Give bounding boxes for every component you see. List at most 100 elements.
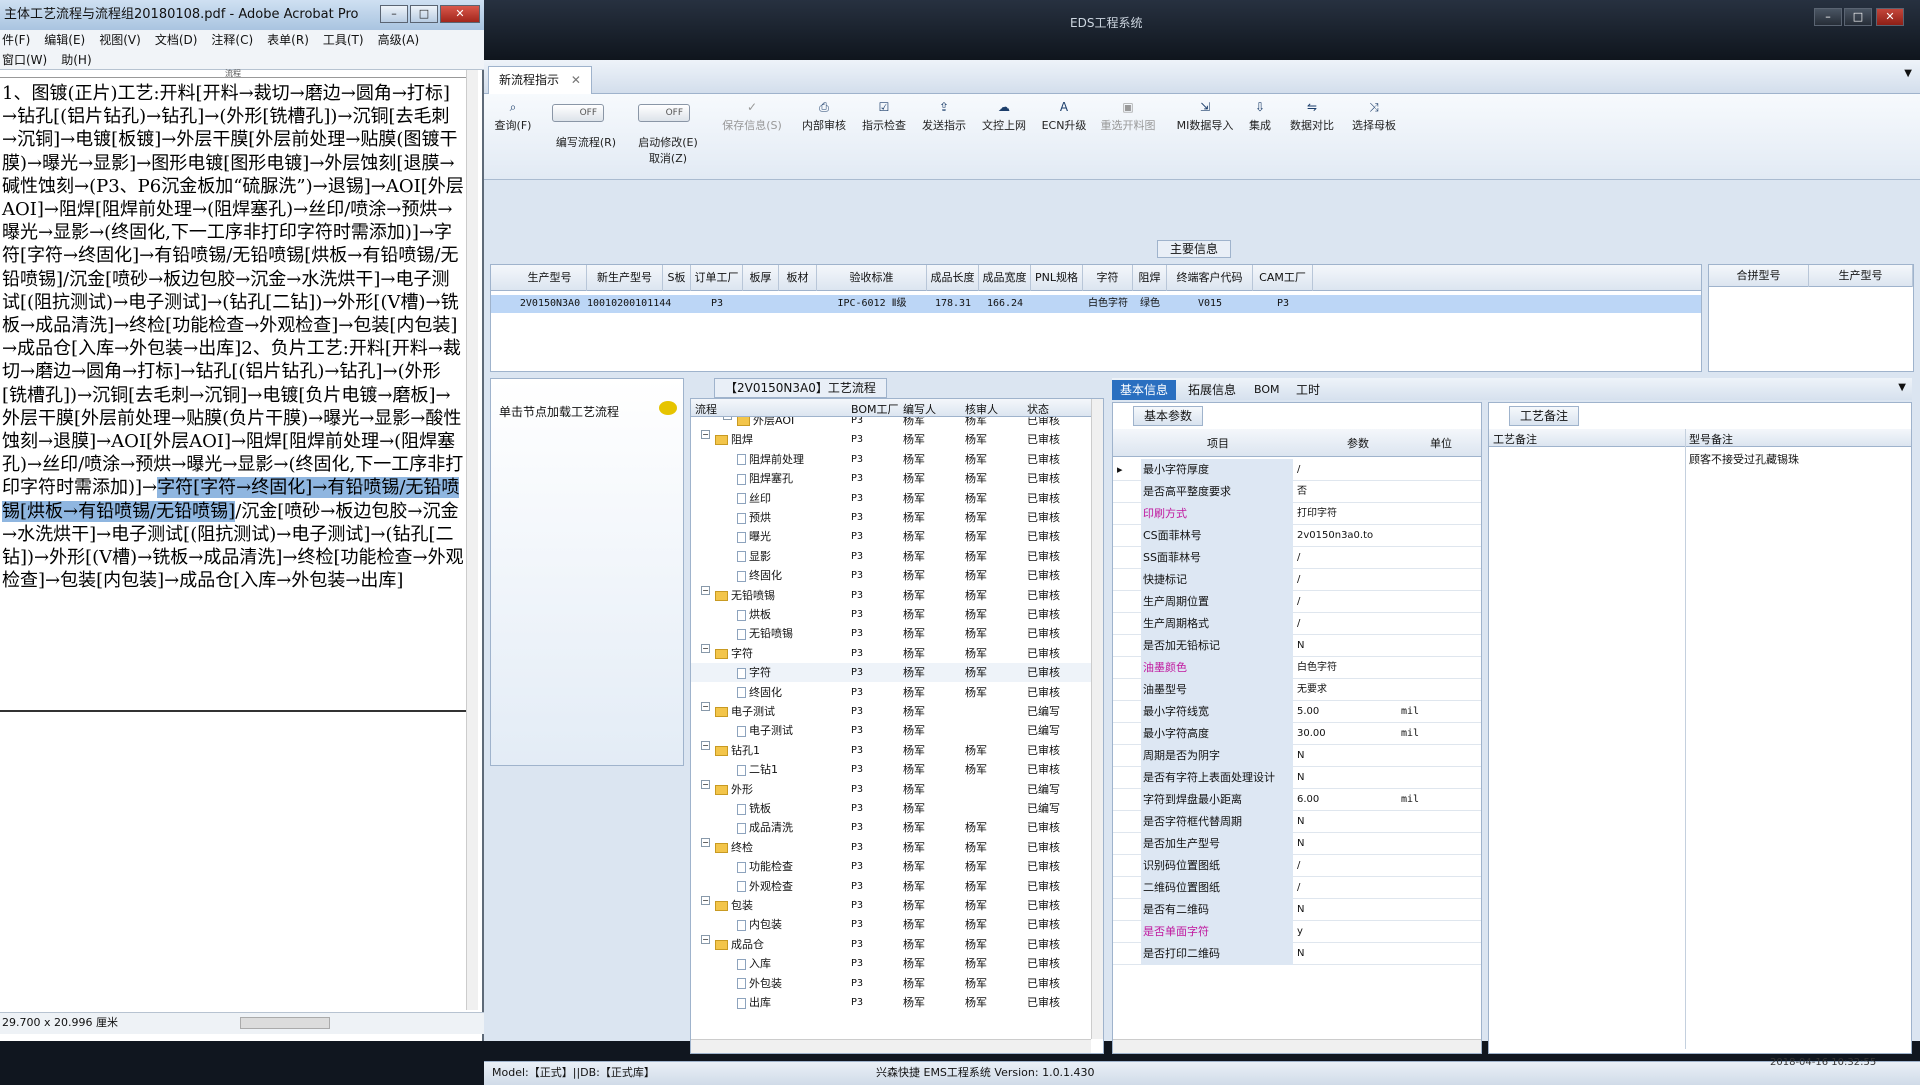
menu-item[interactable]: 助(H)	[61, 50, 91, 70]
expand-icon[interactable]: −	[701, 934, 710, 944]
tree-node[interactable]: 入库 P3 杨军 杨军 已审核	[691, 954, 1091, 973]
param-row[interactable]: 是否加生产型号 N	[1113, 833, 1481, 855]
menu-item[interactable]: 窗口(W)	[2, 50, 47, 70]
table-row[interactable]: 2V0150N3A0 10010200101144 P3 IPC-6012 Ⅱ级 178…	[491, 295, 1701, 313]
internal-review-button[interactable]: ⎙ 内部审核	[796, 100, 852, 133]
integrate-button[interactable]: ⇩ 集成	[1240, 100, 1280, 133]
param-value[interactable]: 否	[1297, 481, 1397, 503]
minimize-icon[interactable]: –	[380, 5, 408, 23]
send-instruction-button[interactable]: ⇪ 发送指示	[916, 100, 972, 133]
instruction-check-button[interactable]: ☑ 指示检查	[856, 100, 912, 133]
start-modify-button[interactable]: 启动修改(E)	[630, 134, 706, 150]
column-header[interactable]: 订单工厂	[691, 265, 743, 291]
column-header[interactable]: 板材	[779, 265, 817, 291]
tree-node[interactable]: − 无铅喷锡 P3 杨军 杨军 已审核	[691, 585, 1091, 605]
param-value[interactable]: /	[1297, 877, 1397, 899]
expand-icon[interactable]: −	[701, 779, 710, 789]
expand-icon[interactable]: −	[701, 837, 710, 847]
tree-node[interactable]: 曝光 P3 杨军 杨军 已审核	[691, 527, 1091, 546]
param-value[interactable]: 30.00	[1297, 723, 1397, 745]
expand-icon[interactable]: −	[701, 643, 710, 653]
column-header[interactable]: 字符	[1083, 265, 1133, 291]
tree-node[interactable]: − 阻焊 P3 杨军 杨军 已审核	[691, 430, 1091, 449]
param-value[interactable]: N	[1297, 811, 1397, 833]
tree-node[interactable]: 外观检查 P3 杨军 杨军 已审核	[691, 877, 1091, 896]
tree-node[interactable]: − 外层AOI P3 杨军 杨军 已审核	[691, 417, 1091, 430]
param-row[interactable]: 是否单面字符 y	[1113, 921, 1481, 943]
params-horizontal-scrollbar[interactable]	[1113, 1039, 1481, 1053]
tree-node[interactable]: − 电子测试 P3 杨军 已编写	[691, 702, 1091, 721]
column-header[interactable]: 核审人	[965, 401, 998, 417]
menu-item[interactable]: 件(F)	[2, 30, 30, 50]
tree-node[interactable]: 终固化 P3 杨军 杨军 已审核	[691, 566, 1091, 585]
col-production-model[interactable]: 生产型号	[1809, 265, 1913, 287]
param-value[interactable]: N	[1297, 767, 1397, 789]
select-mother-button[interactable]: ⤨ 选择母板	[1344, 100, 1404, 133]
column-header[interactable]: 阻焊	[1133, 265, 1167, 291]
maximize-icon[interactable]: □	[410, 5, 438, 23]
param-row[interactable]: 识别码位置图纸 /	[1113, 855, 1481, 877]
horizontal-scroll-thumb[interactable]	[240, 1017, 330, 1029]
column-header[interactable]: 状态	[1027, 401, 1049, 417]
param-value[interactable]: N	[1297, 833, 1397, 855]
column-header[interactable]: BOM工厂	[851, 401, 899, 417]
tree-node[interactable]: 外包装 P3 杨军 杨军 已审核	[691, 974, 1091, 993]
start-modify-toggle[interactable]: OFF	[638, 104, 690, 122]
menu-item[interactable]: 高级(A)	[378, 30, 420, 50]
flow-horizontal-scrollbar[interactable]	[691, 1039, 1091, 1053]
column-header[interactable]: 项目	[1143, 435, 1293, 451]
param-value[interactable]: 无要求	[1297, 679, 1397, 701]
data-compare-button[interactable]: ⇋ 数据对比	[1284, 100, 1340, 133]
column-header[interactable]: 新生产型号	[587, 265, 663, 291]
column-header[interactable]: PNL规格	[1031, 265, 1083, 291]
param-row[interactable]: 油墨型号 无要求	[1113, 679, 1481, 701]
param-value[interactable]: N	[1297, 745, 1397, 767]
param-row[interactable]: 最小字符高度 30.00 mil	[1113, 723, 1481, 745]
menu-item[interactable]: 视图(V)	[99, 30, 141, 50]
column-header[interactable]: 参数	[1303, 435, 1413, 451]
menu-item[interactable]: 编辑(E)	[44, 30, 85, 50]
column-header[interactable]: 编写人	[903, 401, 936, 417]
tab-bom[interactable]: BOM	[1254, 380, 1280, 400]
column-header[interactable]: 单位	[1401, 435, 1481, 451]
save-info-button[interactable]: ✓ 保存信息(S)	[716, 100, 788, 133]
tree-node[interactable]: 丝印 P3 杨军 杨军 已审核	[691, 489, 1091, 508]
column-header[interactable]: 流程	[695, 401, 717, 417]
param-value[interactable]: N	[1297, 635, 1397, 657]
tree-node[interactable]: 电子测试 P3 杨军 已编写	[691, 721, 1091, 740]
expand-icon[interactable]: −	[701, 896, 710, 905]
tree-node[interactable]: − 终检 P3 杨军 杨军 已审核	[691, 837, 1091, 857]
minimize-icon[interactable]: –	[1814, 8, 1842, 26]
tree-node[interactable]: 无铅喷锡 P3 杨军 杨军 已审核	[691, 624, 1091, 643]
tree-node[interactable]: 显影 P3 杨军 杨军 已审核	[691, 547, 1091, 566]
param-row[interactable]: 生产周期位置 /	[1113, 591, 1481, 613]
param-row[interactable]: 油墨颜色 白色字符	[1113, 657, 1481, 679]
param-value[interactable]: 白色字符	[1297, 657, 1397, 679]
column-header[interactable]: 终端客户代码	[1167, 265, 1253, 291]
param-value[interactable]: /	[1297, 855, 1397, 877]
tree-node[interactable]: 阻焊前处理 P3 杨军 杨军 已审核	[691, 450, 1091, 469]
tree-node[interactable]: 出库 P3 杨军 杨军 已审核	[691, 993, 1091, 1012]
param-row[interactable]: 是否有二维码 N	[1113, 899, 1481, 921]
tree-node[interactable]: 内包装 P3 杨军 杨军 已审核	[691, 915, 1091, 934]
tab-basic-info[interactable]: 基本信息	[1112, 380, 1177, 400]
tree-node[interactable]: 烘板 P3 杨军 杨军 已审核	[691, 605, 1091, 624]
param-row[interactable]: 字符到焊盘最小距离 6.00 mil	[1113, 789, 1481, 811]
param-value[interactable]: 打印字符	[1297, 503, 1397, 525]
tree-node[interactable]: 二钻1 P3 杨军 杨军 已审核	[691, 760, 1091, 779]
param-row[interactable]: 是否字符框代替周期 N	[1113, 811, 1481, 833]
pdf-vertical-scrollbar[interactable]	[466, 70, 478, 1010]
param-value[interactable]: N	[1297, 899, 1397, 921]
tree-node[interactable]: 铣板 P3 杨军 已编写	[691, 799, 1091, 818]
param-row[interactable]: 印刷方式 打印字符	[1113, 503, 1481, 525]
param-row[interactable]: SS面菲林号 /	[1113, 547, 1481, 569]
column-header[interactable]: 生产型号	[513, 265, 587, 291]
flow-vertical-scrollbar[interactable]	[1091, 399, 1103, 1039]
column-header[interactable]: 成品宽度	[979, 265, 1031, 291]
param-row[interactable]: 是否有字符上表面处理设计 N	[1113, 767, 1481, 789]
chevron-down-icon[interactable]: ▼	[1898, 382, 1906, 393]
tree-node[interactable]: 功能检查 P3 杨军 杨军 已审核	[691, 857, 1091, 876]
close-tab-icon[interactable]: ✕	[571, 73, 581, 87]
menu-item[interactable]: 表单(R)	[267, 30, 309, 50]
model-remark-value[interactable]: 顾客不接受过孔藏锡珠	[1689, 451, 1799, 467]
